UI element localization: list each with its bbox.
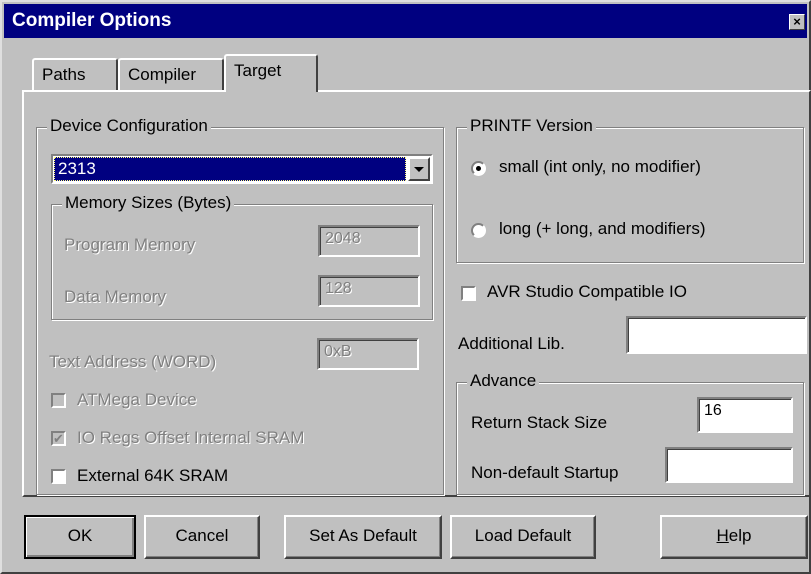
printf-long-radio[interactable] [471, 223, 486, 238]
check-mark-icon: ✔ [53, 431, 64, 446]
io-regs-label: IO Regs Offset Internal SRAM [77, 428, 305, 447]
chevron-down-icon[interactable] [408, 157, 430, 181]
program-memory-field: 2048 [318, 225, 420, 257]
device-select[interactable]: 2313 [51, 154, 433, 184]
avr-studio-label[interactable]: AVR Studio Compatible IO [487, 282, 687, 302]
external-sram-checkbox[interactable] [51, 469, 66, 484]
set-as-default-label: Set As Default [309, 526, 417, 545]
cancel-button[interactable]: Cancel [144, 515, 260, 559]
tab-paths[interactable]: Paths [32, 58, 118, 90]
printf-small-radio[interactable] [471, 161, 486, 176]
help-button[interactable]: Help [660, 515, 808, 559]
atmega-device-checkbox [51, 393, 66, 408]
printf-version-title: PRINTF Version [467, 116, 596, 136]
window-title: Compiler Options [12, 10, 172, 31]
tab-target-label: Target [234, 61, 282, 80]
device-configuration-title: Device Configuration [47, 116, 211, 136]
tab-target[interactable]: Target [224, 54, 318, 92]
compiler-options-dialog: Compiler Options × Paths Compiler Target… [0, 0, 811, 574]
program-memory-label: Program Memory [64, 235, 196, 254]
target-tab-panel: Device Configuration 2313 Memory Sizes (… [22, 90, 811, 497]
io-regs-checkbox: ✔ [51, 431, 66, 446]
text-address-field: 0xB [317, 338, 419, 370]
help-mnemonic: H [716, 526, 729, 545]
load-default-label: Load Default [474, 526, 572, 545]
additional-lib-field[interactable] [626, 316, 807, 354]
close-icon[interactable]: × [789, 14, 805, 30]
tab-compiler-label: Compiler [128, 65, 197, 84]
load-default-button[interactable]: Load Default [450, 515, 596, 559]
device-configuration-group: Device Configuration 2313 Memory Sizes (… [36, 116, 444, 495]
tab-compiler[interactable]: Compiler [118, 58, 224, 90]
text-address-label: Text Address (WORD) [49, 352, 217, 371]
help-button-label: elp [728, 526, 752, 545]
advance-group: Advance Return Stack Size 16 Non-default… [456, 371, 804, 495]
non-default-startup-field[interactable] [665, 447, 793, 483]
additional-lib-label: Additional Lib. [458, 334, 565, 353]
printf-long-label[interactable]: long (+ long, and modifiers) [499, 219, 705, 239]
device-select-value: 2313 [54, 157, 406, 181]
ok-button[interactable]: OK [24, 515, 136, 559]
tab-paths-label: Paths [42, 65, 86, 84]
memory-sizes-title: Memory Sizes (Bytes) [62, 193, 235, 213]
non-default-startup-label: Non-default Startup [471, 463, 619, 482]
advance-title: Advance [467, 371, 540, 391]
printf-version-group: PRINTF Version small (int only, no modif… [456, 116, 804, 263]
atmega-device-label: ATMega Device [77, 390, 197, 409]
printf-small-label[interactable]: small (int only, no modifier) [499, 157, 701, 177]
memory-sizes-group: Memory Sizes (Bytes) Program Memory 2048… [51, 193, 433, 320]
external-sram-label[interactable]: External 64K SRAM [77, 466, 228, 486]
cancel-button-label: Cancel [175, 526, 229, 545]
data-memory-field: 128 [318, 275, 420, 307]
avr-studio-checkbox[interactable] [461, 286, 476, 301]
return-stack-label: Return Stack Size [471, 413, 608, 432]
return-stack-field[interactable]: 16 [697, 397, 793, 433]
ok-button-label: OK [67, 526, 93, 545]
title-bar[interactable]: Compiler Options × [4, 4, 807, 38]
data-memory-label: Data Memory [64, 287, 167, 306]
set-as-default-button[interactable]: Set As Default [284, 515, 442, 559]
